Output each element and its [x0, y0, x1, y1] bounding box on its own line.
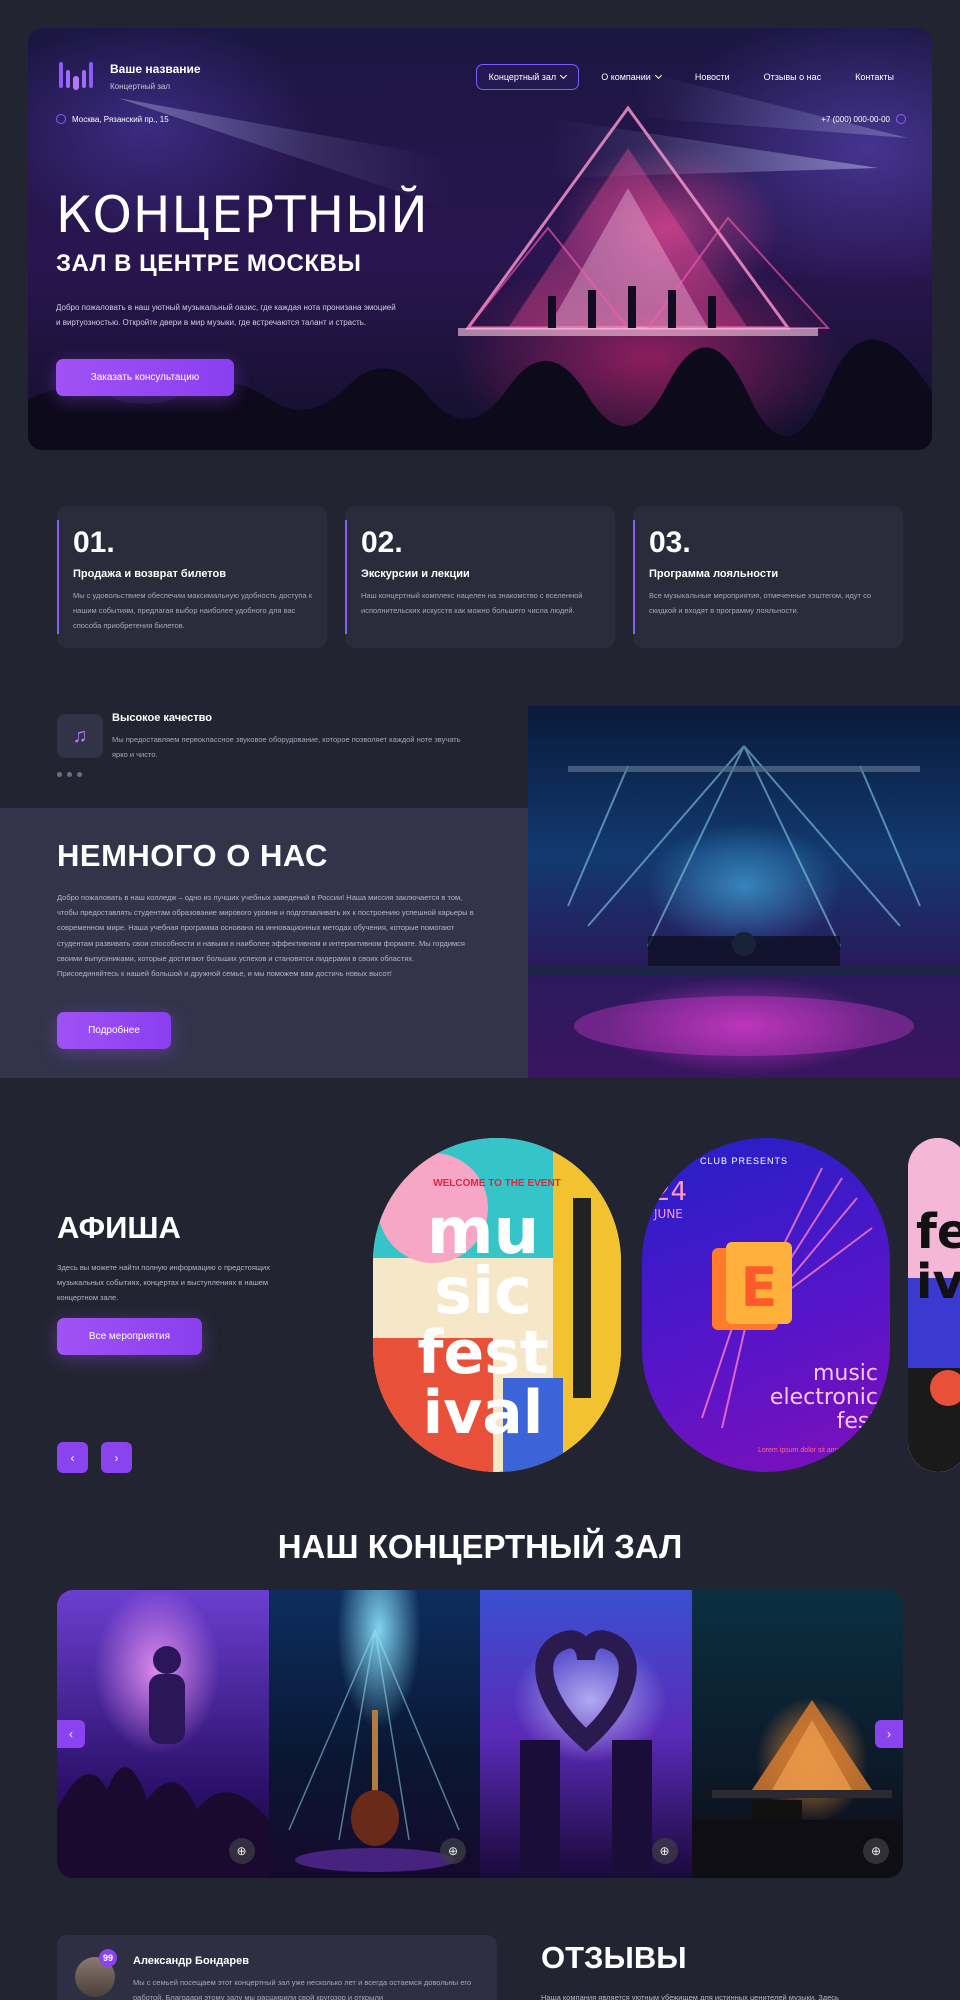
feature-card: 01. Продажа и возврат билетов Мы с удово…	[57, 506, 327, 648]
about-text: Добро пожаловать в наш колледж – одно из…	[57, 893, 474, 979]
concert-hall-image	[528, 706, 960, 1078]
chevron-down-icon	[654, 71, 662, 80]
gallery-photo[interactable]: ⊕	[691, 1590, 903, 1878]
gallery-photo[interactable]: ⊕	[268, 1590, 480, 1878]
nav-label: Контакты	[855, 72, 894, 82]
gallery-photo[interactable]: ⊕	[57, 1590, 269, 1878]
dot[interactable]	[77, 772, 82, 777]
feature-card: 02. Экскурсии и лекции Наш концертный ко…	[345, 506, 615, 648]
phone[interactable]: +7 (000) 000-00-00	[821, 114, 906, 124]
zoom-icon[interactable]: ⊕	[440, 1838, 466, 1864]
brand-name: Ваше название	[110, 61, 201, 76]
review-text: Мы с семьей посещаем этот концертный зал…	[133, 1978, 472, 2000]
consultation-button[interactable]: Заказать консультацию	[56, 359, 234, 396]
poster-text: ival	[423, 1378, 544, 1448]
gallery-next-button[interactable]: ›	[875, 1720, 903, 1748]
quality-text: Мы предоставляем первоклассное звуковое …	[112, 735, 461, 759]
quote-icon: 99	[99, 1949, 117, 1967]
nav-concert-hall[interactable]: Концертный зал	[475, 64, 580, 90]
reviewer-name: Александр Бондарев	[133, 1955, 250, 1967]
zoom-icon[interactable]: ⊕	[228, 1838, 255, 1864]
music-festival-poster: WELCOME TO THE EVENT mu sic fest ival	[373, 1138, 621, 1472]
quality-title: Высокое качество	[112, 712, 212, 724]
poster-small-text: Lorem ipsum dolor sit amet	[758, 1447, 842, 1454]
nav-reviews[interactable]: Отзывы о нас	[752, 65, 833, 89]
all-events-button[interactable]: Все мероприятия	[57, 1318, 202, 1355]
electronic-festival-poster: CLUB PRESENTS 24 JUNE E music electronic…	[653, 1156, 879, 1454]
poster-month: JUNE	[653, 1207, 683, 1221]
afisha-text: Здесь вы можете найти полную информацию …	[57, 1263, 270, 1302]
poster-text: music	[813, 1361, 878, 1386]
main-nav: Концертный зал О компании Новости Отзывы…	[475, 64, 906, 90]
event-poster[interactable]: WELCOME TO THE EVENT mu sic fest ival	[373, 1138, 621, 1472]
feature-text: Все музыкальные мероприятия, отмеченные …	[649, 591, 872, 615]
poster-text: fest	[837, 1409, 879, 1434]
reviews-text: Наша компания является уютным убежищем д…	[541, 1993, 839, 2000]
nav-label: Концертный зал	[488, 72, 557, 82]
poster-text: fe	[916, 1204, 960, 1260]
dot[interactable]	[57, 772, 62, 777]
nav-about-company[interactable]: О компании	[589, 65, 673, 89]
feature-number: 03.	[649, 526, 691, 559]
music-notes-icon: ♫	[57, 714, 103, 758]
event-poster[interactable]: fe iv	[908, 1138, 960, 1472]
event-poster[interactable]: CLUB PRESENTS 24 JUNE E music electronic…	[642, 1138, 890, 1472]
gallery-photo[interactable]: ⊕	[480, 1590, 692, 1878]
poster-day: 24	[654, 1177, 687, 1207]
hero-section: Ваше название Концертный зал Концертный …	[28, 28, 932, 450]
hall-title: НАШ КОНЦЕРТНЫЙ ЗАЛ	[277, 1528, 683, 1565]
poster-text: electronic	[770, 1385, 878, 1410]
phone-icon	[896, 114, 906, 124]
feature-card: 03. Программа лояльности Все музыкальные…	[633, 506, 903, 648]
feature-title: Продажа и возврат билетов	[73, 568, 227, 580]
brand-subtitle: Концертный зал	[110, 81, 171, 91]
gallery-prev-button[interactable]: ‹	[57, 1720, 85, 1748]
guitar-photo	[287, 1629, 460, 1872]
chevron-down-icon	[560, 71, 568, 80]
location-icon	[56, 114, 66, 124]
nav-news[interactable]: Новости	[683, 65, 742, 89]
zoom-icon[interactable]: ⊕	[863, 1838, 889, 1864]
phone-text: +7 (000) 000-00-00	[821, 114, 890, 124]
crowd-photo	[57, 1646, 269, 1878]
nav-label: Новости	[694, 72, 730, 82]
hero-subtitle: ЗАЛ В ЦЕНТРЕ МОСКВЫ	[56, 250, 362, 277]
zoom-icon[interactable]: ⊕	[651, 1838, 678, 1864]
afisha-prev-button[interactable]: ‹	[57, 1442, 88, 1473]
poster-text: iv	[916, 1254, 960, 1310]
review-card: 99 Александр Бондарев Мы с семьей посеща…	[57, 1935, 497, 2000]
poster-letter: E	[741, 1256, 778, 1319]
poster-tagline: WELCOME TO THE EVENT	[433, 1178, 561, 1189]
about-title: НЕМНОГО О НАС	[57, 838, 328, 873]
nav-contacts[interactable]: Контакты	[843, 65, 906, 89]
nav-label: Отзывы о нас	[763, 72, 822, 82]
stage-lights-illustration	[528, 745, 960, 1056]
dot[interactable]	[67, 772, 72, 777]
afisha-title: АФИША	[57, 1210, 181, 1245]
hero-title: КОНЦЕРТНЫЙ	[56, 186, 429, 244]
hero-description: Добро пожаловать в наш уютный музыкальны…	[56, 303, 396, 327]
slider-dots[interactable]	[57, 772, 82, 777]
more-button[interactable]: Подробнее	[57, 1012, 171, 1049]
feature-number: 02.	[361, 526, 403, 559]
afisha-next-button[interactable]: ›	[101, 1442, 132, 1473]
heart-hands-photo	[520, 1630, 652, 1878]
poster-club: CLUB PRESENTS	[700, 1156, 788, 1166]
nav-label: О компании	[601, 72, 651, 82]
feature-title: Программа лояльности	[649, 568, 779, 580]
logo[interactable]: Ваше название Концертный зал	[56, 56, 201, 96]
feature-text: Мы с удовольствием обеспечим максимальну…	[73, 591, 313, 630]
piano-stage-photo	[691, 1700, 903, 1878]
address-text: Москва, Рязанский пр., 15	[72, 114, 169, 124]
feature-number: 01.	[73, 526, 115, 559]
feature-title: Экскурсии и лекции	[361, 568, 470, 580]
hall-gallery: ⊕ ⊕ ⊕ ⊕	[57, 1590, 903, 1878]
third-festival-poster: fe iv	[908, 1138, 960, 1472]
logo-icon	[59, 62, 93, 90]
reviews-title: ОТЗЫВЫ	[541, 1940, 687, 1975]
address: Москва, Рязанский пр., 15	[56, 114, 169, 124]
feature-text: Наш концертный комплекс нацелен на знако…	[361, 591, 583, 615]
